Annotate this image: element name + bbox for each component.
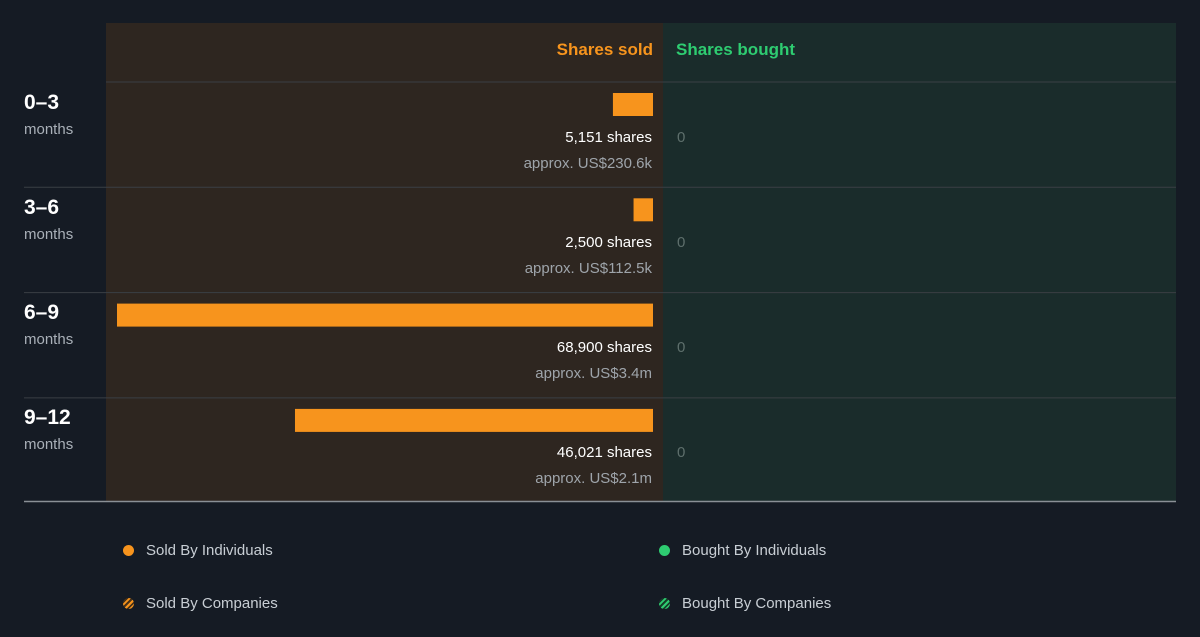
hatched-circle-icon bbox=[123, 598, 134, 609]
sold-shares-label: 5,151 shares bbox=[565, 129, 652, 146]
sold-value-label: approx. US$2.1m bbox=[535, 470, 652, 487]
sold-value-label: approx. US$112.5k bbox=[524, 260, 652, 277]
period-label: 3–6 bbox=[24, 196, 60, 219]
sold-bar bbox=[612, 93, 653, 116]
period-unit: months bbox=[24, 226, 74, 243]
bought-value-label: 0 bbox=[677, 129, 686, 146]
row-label-2: 6–9 months bbox=[24, 301, 73, 348]
legend-label: Sold By Companies bbox=[146, 595, 278, 612]
legend-label: Bought By Individuals bbox=[682, 542, 827, 559]
sold-value-label: approx. US$3.4m bbox=[535, 365, 652, 382]
hatched-circle-icon bbox=[659, 598, 670, 609]
legend-label: Sold By Individuals bbox=[146, 542, 273, 559]
row-label-3: 9–12 months bbox=[24, 406, 73, 453]
period-unit: months bbox=[24, 121, 74, 138]
sold-bar bbox=[294, 408, 653, 432]
header-shares-sold: Shares sold bbox=[556, 40, 653, 59]
legend-sold-individuals[interactable]: Sold By Individuals bbox=[123, 542, 273, 559]
row-label-0: 0–3 months bbox=[24, 91, 73, 138]
sold-shares-label: 68,900 shares bbox=[556, 339, 652, 356]
period-label: 6–9 bbox=[24, 301, 60, 324]
legend-sold-companies[interactable]: Sold By Companies bbox=[123, 595, 278, 612]
bought-value-label: 0 bbox=[677, 234, 686, 251]
circle-icon bbox=[659, 545, 670, 556]
period-label: 0–3 bbox=[24, 91, 60, 114]
period-unit: months bbox=[24, 436, 74, 453]
bought-value-label: 0 bbox=[677, 444, 686, 461]
period-label: 9–12 bbox=[24, 406, 71, 429]
bought-panel-background bbox=[663, 23, 1176, 502]
legend-label: Bought By Companies bbox=[682, 595, 832, 612]
sold-shares-label: 2,500 shares bbox=[565, 234, 652, 251]
circle-icon bbox=[123, 545, 134, 556]
bought-value-label: 0 bbox=[677, 339, 686, 356]
header-shares-bought: Shares bought bbox=[676, 40, 796, 59]
sold-shares-label: 46,021 shares bbox=[556, 444, 652, 461]
legend-bought-companies[interactable]: Bought By Companies bbox=[659, 595, 831, 612]
sold-value-label: approx. US$230.6k bbox=[523, 155, 652, 172]
legend-bought-individuals[interactable]: Bought By Individuals bbox=[659, 542, 826, 559]
period-unit: months bbox=[24, 331, 74, 348]
sold-bar bbox=[633, 198, 653, 222]
sold-bar bbox=[117, 303, 653, 327]
row-label-1: 3–6 months bbox=[24, 196, 73, 243]
